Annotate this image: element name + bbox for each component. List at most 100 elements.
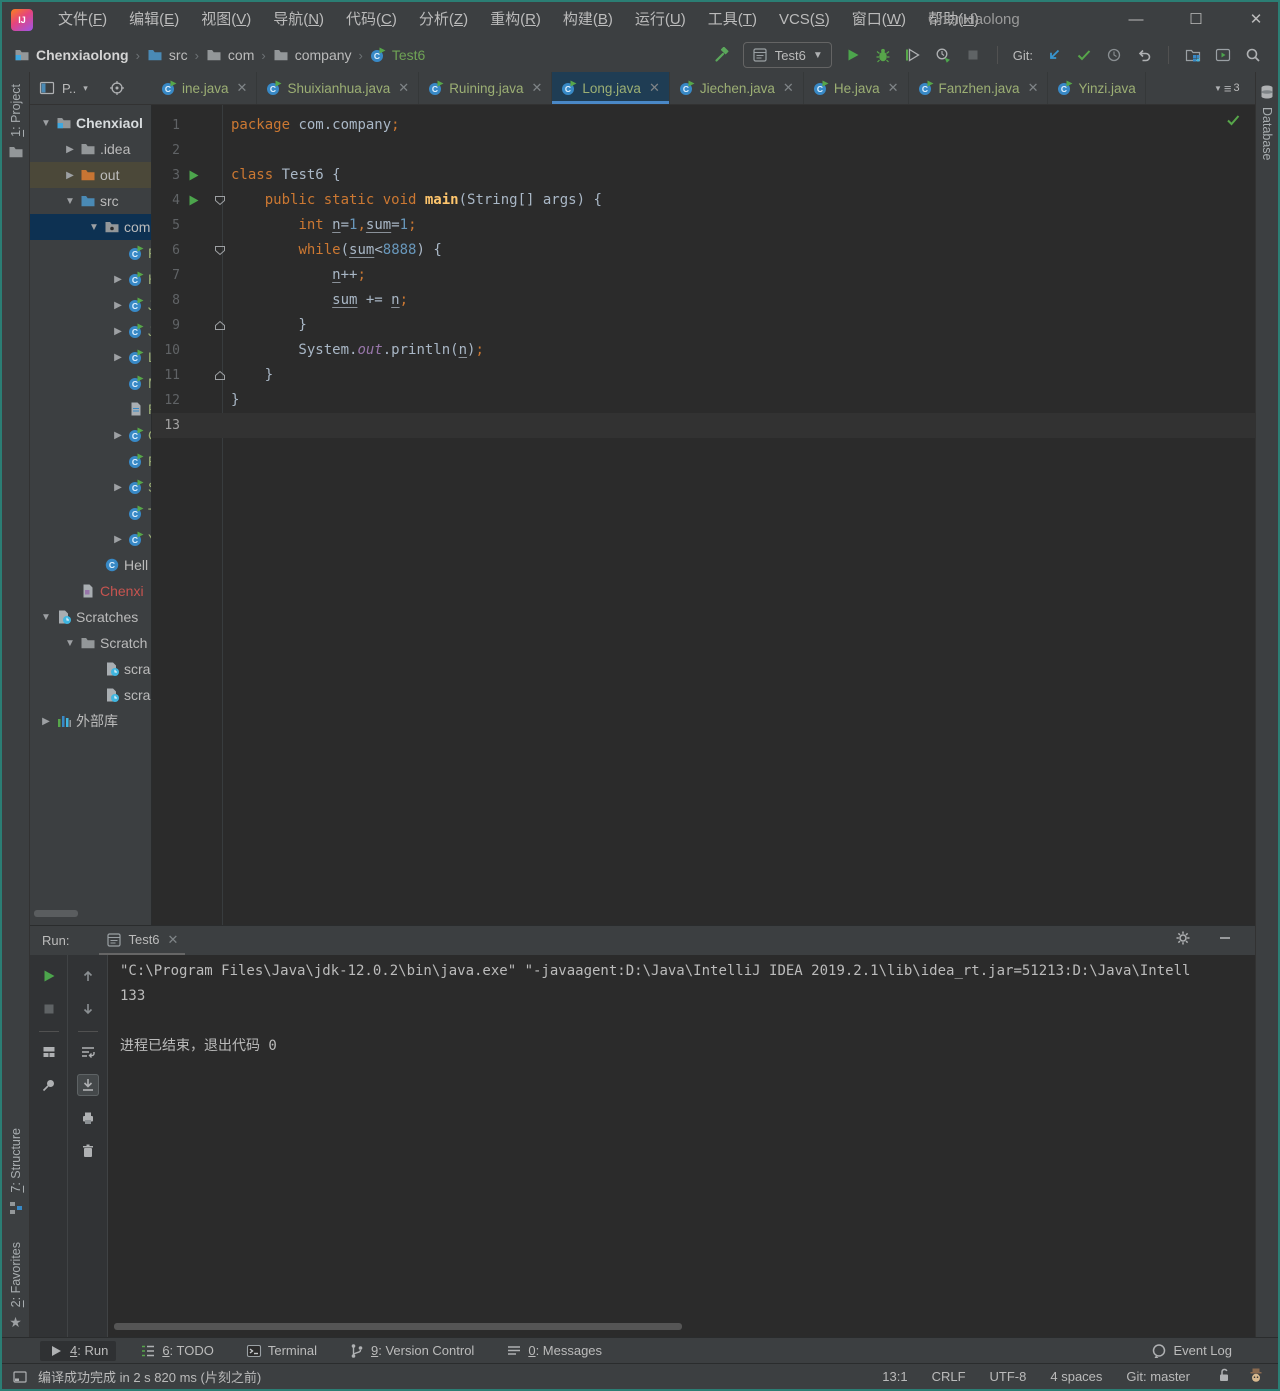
search-button[interactable] <box>1244 46 1262 64</box>
build-hammer-button[interactable] <box>713 46 731 64</box>
tree-expand-arrow-icon[interactable]: ▼ <box>38 612 54 623</box>
tree-item-f[interactable]: CF <box>30 240 151 266</box>
run-button[interactable] <box>844 46 862 64</box>
clear-button[interactable] <box>77 1140 99 1162</box>
tree-item-j[interactable]: ▶CJ <box>30 292 151 318</box>
toolwindow-button-7-structure[interactable]: 7: Structure <box>2 1128 29 1216</box>
remote-folders-button[interactable] <box>1184 46 1202 64</box>
menu-item-4[interactable]: 导航(N) <box>262 2 335 38</box>
settings-gear-button[interactable] <box>1175 930 1191 951</box>
tree-expand-arrow-icon[interactable]: ▶ <box>110 274 126 285</box>
close-icon[interactable]: ✕ <box>168 932 179 948</box>
tree-item-f[interactable]: CF <box>30 448 151 474</box>
up-stack-button[interactable] <box>77 965 99 987</box>
hidden-tabs-dropdown[interactable]: ▼ ≡ 3 <box>1214 72 1240 104</box>
menu-item-1[interactable]: 文件(F) <box>47 2 118 38</box>
status-line-ending[interactable]: CRLF <box>932 1369 966 1384</box>
editor-line-7[interactable]: 7 n++; <box>152 263 1255 288</box>
editor-line-3[interactable]: 3 class Test6 { <box>152 163 1255 188</box>
editor-line-13[interactable]: 13 <box>152 413 1255 438</box>
tab-ine-java[interactable]: Cine.java ✕ <box>152 72 258 104</box>
rerun-button[interactable] <box>38 965 60 987</box>
tree-expand-arrow-icon[interactable]: ▼ <box>38 118 54 129</box>
editor-line-8[interactable]: 8 sum += n; <box>152 288 1255 313</box>
tree-expand-arrow-icon[interactable]: ▶ <box>110 430 126 441</box>
menu-item-7[interactable]: 重构(R) <box>479 2 552 38</box>
tree-expand-arrow-icon[interactable]: ▶ <box>110 534 126 545</box>
git-update-button[interactable] <box>1045 46 1063 64</box>
tree-item-scra[interactable]: scra <box>30 682 151 708</box>
editor-line-5[interactable]: 5 int n=1,sum=1; <box>152 213 1255 238</box>
tab-yinzi-java[interactable]: C Yinzi.java <box>1048 72 1146 104</box>
tree-expand-arrow-icon[interactable]: ▼ <box>62 196 78 207</box>
tree-item--idea[interactable]: ▶ .idea <box>30 136 151 162</box>
tree-item-scra[interactable]: scra <box>30 656 151 682</box>
tree-expand-arrow-icon[interactable]: ▶ <box>110 300 126 311</box>
editor-line-10[interactable]: 10 System.out.println(n); <box>152 338 1255 363</box>
tree-expand-arrow-icon[interactable]: ▶ <box>62 170 78 181</box>
tree-item-scratch[interactable]: ▼ Scratch <box>30 630 151 656</box>
debug-button[interactable] <box>874 46 892 64</box>
tab-shuixianhua-java[interactable]: C Shuixianhua.java ✕ <box>257 72 420 104</box>
run-gutter-icon[interactable] <box>188 195 199 206</box>
tree-expand-arrow-icon[interactable]: ▼ <box>86 222 102 233</box>
toolwindow-button-terminal[interactable]: Terminal <box>238 1341 325 1361</box>
menu-item-8[interactable]: 构建(B) <box>552 2 624 38</box>
fold-up-icon[interactable] <box>214 320 226 331</box>
close-icon[interactable]: ✕ <box>888 80 899 96</box>
breadcrumb-item-test6[interactable]: C Test6 <box>370 47 425 63</box>
tree-expand-arrow-icon[interactable]: ▶ <box>110 352 126 363</box>
editor-line-12[interactable]: 12} <box>152 388 1255 413</box>
tree-item-out[interactable]: ▶ out <box>30 162 151 188</box>
hide-button[interactable] <box>1217 930 1233 951</box>
status-caret-position[interactable]: 13:1 <box>882 1369 907 1384</box>
tree-item-src[interactable]: ▼ src <box>30 188 151 214</box>
toolwindow-button-4-run[interactable]: 4: Run <box>40 1340 117 1361</box>
menu-item-6[interactable]: 分析(Z) <box>408 2 479 38</box>
tree-item-l[interactable]: ▶CL <box>30 344 151 370</box>
fold-down-icon[interactable] <box>214 195 226 206</box>
menu-item-10[interactable]: 工具(T) <box>697 2 768 38</box>
tree-expand-arrow-icon[interactable]: ▶ <box>38 716 54 727</box>
event-log-button[interactable]: Event Log <box>1143 1341 1240 1361</box>
toolwindow-button-1-project[interactable]: 1: Project <box>2 84 29 160</box>
scroll-end-button[interactable] <box>76 1074 99 1096</box>
project-hscrollbar[interactable] <box>34 910 78 917</box>
editor-line-2[interactable]: 2 <box>152 138 1255 163</box>
hector-icon[interactable] <box>1248 1367 1264 1386</box>
toolwindow-button-2-favorites[interactable]: 2: Favorites ★ <box>2 1242 29 1331</box>
tree-item-h[interactable]: ▶CH <box>30 266 151 292</box>
tab-ruining-java[interactable]: C Ruining.java ✕ <box>419 72 553 104</box>
toolwindow-button-9-version-control[interactable]: 9: Version Control <box>341 1341 482 1361</box>
editor-line-1[interactable]: 1 package com.company; <box>152 113 1255 138</box>
tree-item-scratches[interactable]: ▼ Scratches <box>30 604 151 630</box>
tree-expand-arrow-icon[interactable]: ▶ <box>110 482 126 493</box>
maximize-button[interactable]: ☐ <box>1188 2 1204 38</box>
breadcrumb-item-company[interactable]: company <box>273 47 352 63</box>
code-editor[interactable]: 1 package com.company; 2 3 class Test6 {4 pu… <box>152 105 1255 925</box>
close-icon[interactable]: ✕ <box>398 80 409 96</box>
tree-item-s[interactable]: ▶CS <box>30 474 151 500</box>
run-tab-test6[interactable]: Test6 ✕ <box>99 926 186 955</box>
tree-item-y[interactable]: ▶CY <box>30 526 151 552</box>
tree-item-t[interactable]: CT <box>30 500 151 526</box>
breadcrumb-item-com[interactable]: com <box>206 47 254 63</box>
toolwindow-button-0-messages[interactable]: 0: Messages <box>498 1341 610 1361</box>
toolwindow-button-database[interactable]: Database <box>1256 84 1278 161</box>
toolwindow-button-6-todo[interactable]: 6: TODO <box>132 1341 222 1361</box>
status-file-encoding[interactable]: UTF-8 <box>990 1369 1027 1384</box>
editor-line-11[interactable]: 11 } <box>152 363 1255 388</box>
rollback-button[interactable] <box>1135 46 1153 64</box>
tree-item-hell[interactable]: C Hell <box>30 552 151 578</box>
toolwindow-toggle-icon[interactable] <box>12 1369 28 1385</box>
status-indent-setting[interactable]: 4 spaces <box>1050 1369 1102 1384</box>
stop-button[interactable] <box>964 46 982 64</box>
inspections-ok-icon[interactable] <box>1225 112 1241 128</box>
tree-expand-arrow-icon[interactable]: ▼ <box>62 638 78 649</box>
breadcrumb-item-chenxiaolong[interactable]: Chenxiaolong <box>14 47 129 63</box>
tab-jiechen-java[interactable]: C Jiechen.java ✕ <box>670 72 804 104</box>
close-icon[interactable]: ✕ <box>531 80 542 96</box>
breadcrumb-item-src[interactable]: src <box>147 47 188 63</box>
menu-item-12[interactable]: 窗口(W) <box>841 2 917 38</box>
console-hscrollbar[interactable] <box>114 1323 682 1330</box>
